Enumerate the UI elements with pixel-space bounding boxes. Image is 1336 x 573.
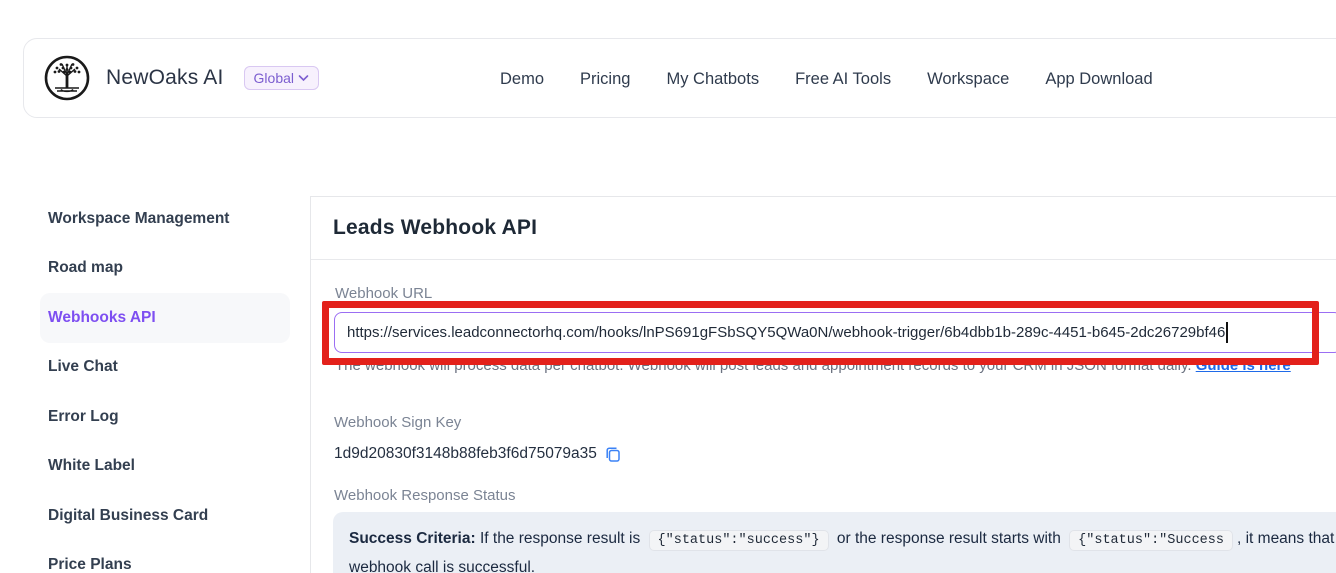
nav-item-my-chatbots[interactable]: My Chatbots: [666, 70, 759, 89]
success-criteria-prefix: Success Criteria:: [349, 530, 476, 547]
region-selector[interactable]: Global: [244, 66, 319, 90]
page: NewOaks AI Global Demo Pricing My Chatbo…: [0, 0, 1336, 573]
success-code-success-lower: {"status":"success"}: [649, 530, 829, 551]
success-text-2: or the response result starts with: [833, 530, 1066, 547]
response-status-label: Webhook Response Status: [334, 487, 516, 504]
sidebar-item-live-chat[interactable]: Live Chat: [40, 343, 290, 393]
header-bar: NewOaks AI Global Demo Pricing My Chatbo…: [23, 38, 1336, 118]
sidebar-item-error-log[interactable]: Error Log: [40, 392, 290, 442]
nav-item-demo[interactable]: Demo: [500, 70, 544, 89]
divider: [311, 259, 1336, 260]
sidebar-item-webhooks-api[interactable]: Webhooks API: [40, 293, 290, 343]
region-label: Global: [254, 70, 294, 86]
nav-item-app-download[interactable]: App Download: [1045, 70, 1152, 89]
success-criteria-line2: webhook call is successful.: [349, 554, 1332, 573]
nav-item-pricing[interactable]: Pricing: [580, 70, 630, 89]
sign-key-label: Webhook Sign Key: [334, 414, 461, 431]
success-criteria-box: Success Criteria: If the response result…: [333, 512, 1336, 573]
sidebar-item-price-plans[interactable]: Price Plans: [40, 541, 290, 573]
sign-key-row: 1d9d20830f3148b88feb3f6d75079a35: [334, 445, 621, 463]
helper-text-body: The webhook will process data per chatbo…: [335, 357, 1196, 374]
webhook-url-label: Webhook URL: [335, 285, 432, 302]
success-criteria-line1: Success Criteria: If the response result…: [349, 525, 1332, 554]
guide-link[interactable]: Guide is here: [1196, 357, 1291, 374]
sidebar-item-digital-business-card[interactable]: Digital Business Card: [40, 491, 290, 541]
copy-icon[interactable]: [605, 446, 621, 462]
webhook-url-input[interactable]: https://services.leadconnectorhq.com/hoo…: [334, 312, 1336, 353]
success-text-3: , it means that: [1237, 530, 1334, 547]
brand-name: NewOaks AI: [106, 66, 224, 90]
sidebar-item-white-label[interactable]: White Label: [40, 442, 290, 492]
nav-item-free-ai-tools[interactable]: Free AI Tools: [795, 70, 891, 89]
page-title: Leads Webhook API: [333, 216, 537, 240]
brand-logo-tree-icon: [44, 55, 90, 101]
success-code-success-upper: {"status":"Success: [1069, 530, 1233, 551]
sidebar-item-workspace-management[interactable]: Workspace Management: [40, 194, 290, 244]
sidebar-item-road-map[interactable]: Road map: [40, 244, 290, 294]
webhook-url-value: https://services.leadconnectorhq.com/hoo…: [347, 324, 1225, 341]
main-nav: Demo Pricing My Chatbots Free AI Tools W…: [500, 39, 1153, 119]
text-cursor: [1226, 322, 1228, 343]
main-content-panel: Leads Webhook API Webhook URL https://se…: [310, 196, 1336, 573]
chevron-down-icon: [298, 74, 309, 82]
success-text-1: If the response result is: [476, 530, 645, 547]
settings-sidebar: Workspace Management Road map Webhooks A…: [40, 194, 290, 573]
sign-key-value: 1d9d20830f3148b88feb3f6d75079a35: [334, 445, 597, 463]
nav-item-workspace[interactable]: Workspace: [927, 70, 1009, 89]
webhook-helper-text: The webhook will process data per chatbo…: [335, 357, 1336, 374]
